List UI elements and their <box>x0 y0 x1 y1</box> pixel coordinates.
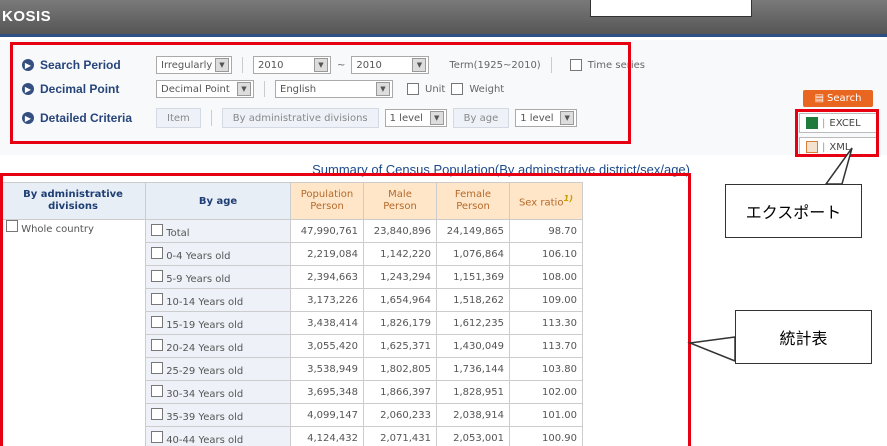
stats-callout: 統計表 <box>735 310 872 364</box>
export-callout-pointer <box>824 147 853 185</box>
stats-callout-pointer <box>687 336 736 363</box>
callout-pointers <box>687 147 853 363</box>
